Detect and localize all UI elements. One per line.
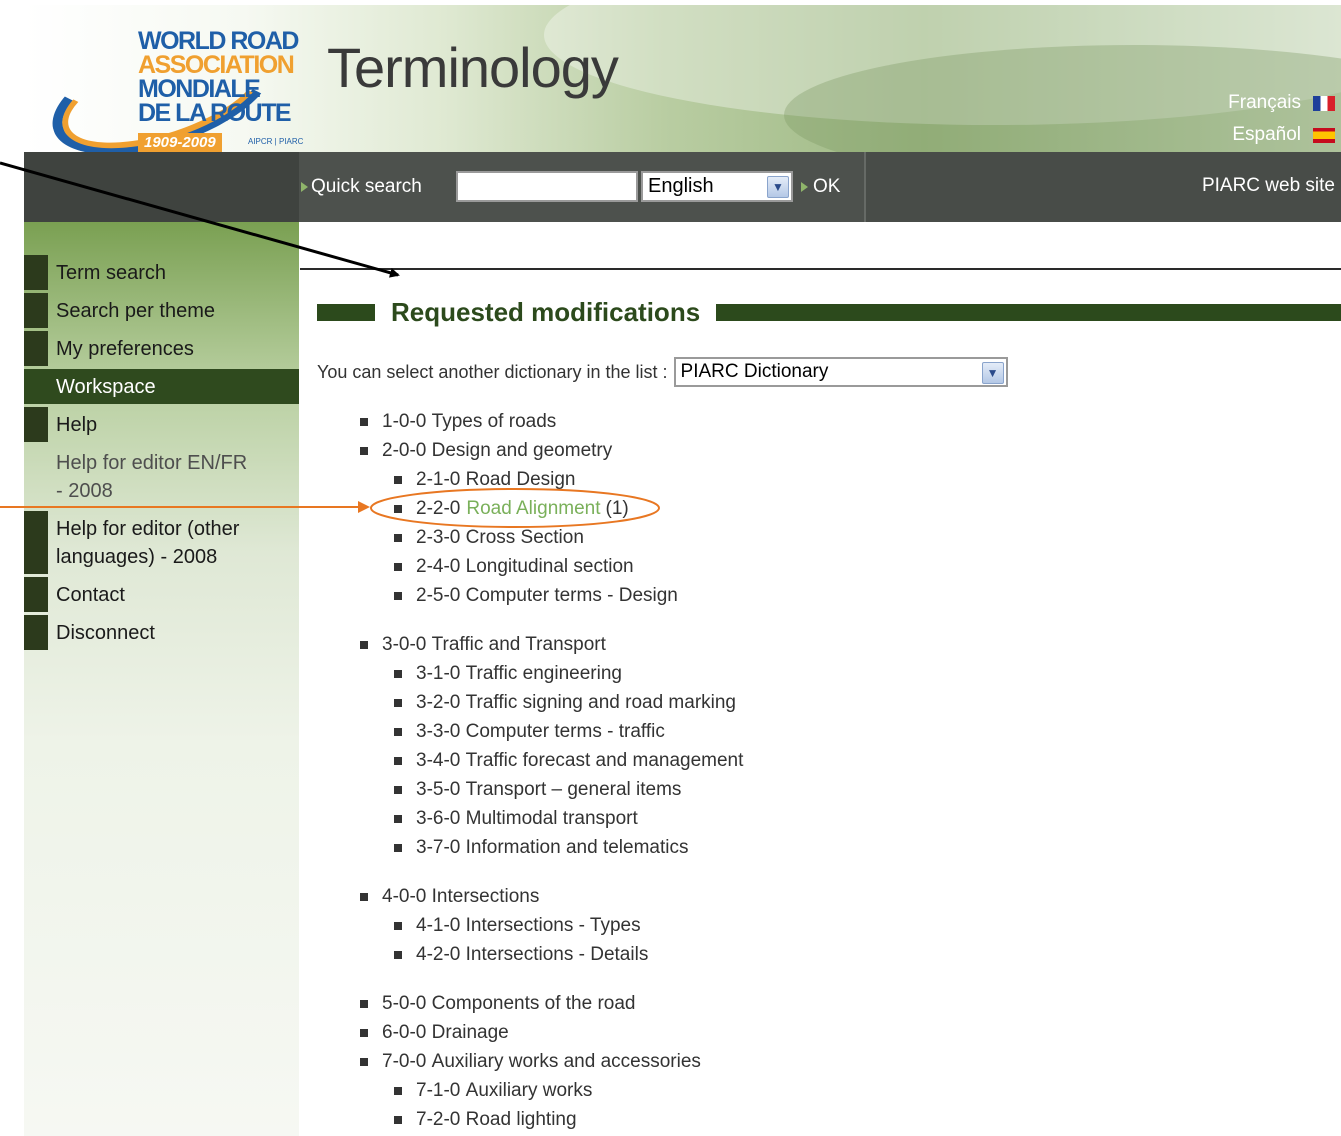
theme-tree: 1-0-0 Types of roads 2-0-0 Design and ge… [360, 407, 743, 1134]
dictionary-select[interactable]: PIARC Dictionary ▼ [673, 357, 1008, 387]
tree-item[interactable]: 1-0-0 Types of roads [360, 407, 743, 436]
bullet-icon [394, 1115, 402, 1124]
sidebar: Term search Search per theme My preferen… [24, 222, 299, 1136]
bullet-icon [394, 591, 402, 600]
sidebar-item-help[interactable]: Help [24, 407, 299, 442]
sidebar-item-workspace[interactable]: Workspace [24, 369, 299, 404]
quick-search-bar: Quick search English ▼ OK [299, 152, 866, 222]
arrow-icon [801, 182, 808, 192]
arrow-icon [301, 182, 308, 192]
tree-subitem[interactable]: 7-2-0 Road lighting [394, 1105, 743, 1134]
bullet-icon [394, 698, 402, 707]
bullet-icon [360, 640, 368, 649]
page-title: Requested modifications [391, 296, 701, 327]
chevron-down-icon[interactable]: ▼ [981, 362, 1004, 384]
left-margin [0, 0, 24, 1136]
tree-item[interactable]: 5-0-0 Components of the road [360, 989, 743, 1018]
chevron-down-icon[interactable]: ▼ [767, 176, 789, 198]
bullet-icon [394, 475, 402, 484]
top-navbar: Quick search English ▼ OK PIARC web site [24, 152, 1341, 222]
tree-subitem[interactable]: 2-3-0 Cross Section [394, 523, 743, 552]
bullet-icon [394, 843, 402, 852]
sidebar-item-my-preferences[interactable]: My preferences [24, 331, 299, 366]
tree-item[interactable]: 7-0-0 Auxiliary works and accessories [360, 1047, 743, 1076]
language-link-french[interactable]: Français [1228, 87, 1335, 119]
divider [300, 268, 1341, 270]
dictionary-selector-row: You can select another dictionary in the… [317, 357, 1008, 387]
language-links: Français Español [1228, 87, 1335, 151]
header-banner: WORLD ROAD ASSOCIATION MONDIALE DE LA RO… [24, 5, 1341, 152]
piarc-logo[interactable]: WORLD ROAD ASSOCIATION MONDIALE DE LA RO… [38, 11, 308, 152]
tree-subitem[interactable]: 7-1-0 Auxiliary works [394, 1076, 743, 1105]
search-ok-button[interactable]: OK [801, 176, 840, 198]
logo-years: 1909-2009 [138, 133, 222, 152]
tree-subitem[interactable]: 3-4-0 Traffic forecast and management [394, 746, 743, 775]
tree-subitem[interactable]: 2-1-0 Road Design [394, 465, 743, 494]
sidebar-item-contact[interactable]: Contact [24, 577, 299, 612]
bullet-icon [394, 785, 402, 794]
bullet-icon [394, 504, 402, 513]
sidebar-menu: Term search Search per theme My preferen… [24, 255, 299, 653]
tree-subitem[interactable]: 2-5-0 Computer terms - Design [394, 581, 743, 610]
section-header: Requested modifications [317, 297, 1341, 327]
bullet-icon [394, 562, 402, 571]
tree-item[interactable]: 3-0-0 Traffic and Transport [360, 630, 743, 659]
bullet-icon [360, 417, 368, 426]
language-link-spanish[interactable]: Español [1228, 119, 1335, 151]
bullet-icon [394, 756, 402, 765]
bullet-icon [360, 1028, 368, 1037]
bullet-icon [360, 999, 368, 1008]
tree-subitem[interactable]: 3-3-0 Computer terms - traffic [394, 717, 743, 746]
road-alignment-link[interactable]: Road Alignment [466, 498, 600, 520]
main-content: Requested modifications You can select a… [300, 222, 1341, 1136]
tree-item[interactable]: 6-0-0 Drainage [360, 1018, 743, 1047]
tree-item[interactable]: 4-0-0 Intersections [360, 882, 743, 911]
tree-item[interactable]: 2-0-0 Design and geometry [360, 436, 743, 465]
tree-subitem[interactable]: 2-4-0 Longitudinal section [394, 552, 743, 581]
logo-caption: AIPCR | PIARC [248, 137, 304, 146]
piarc-website-link[interactable]: PIARC web site [1202, 175, 1335, 197]
flag-es-icon [1313, 127, 1335, 143]
flag-fr-icon [1313, 95, 1335, 111]
modification-count: (1) [605, 497, 629, 519]
tree-subitem-road-alignment[interactable]: 2-2-0 Road Alignment (1) [394, 494, 743, 523]
bullet-icon [394, 669, 402, 678]
sidebar-item-disconnect[interactable]: Disconnect [24, 615, 299, 650]
tree-subitem[interactable]: 3-1-0 Traffic engineering [394, 659, 743, 688]
tree-subitem[interactable]: 3-5-0 Transport – general items [394, 775, 743, 804]
bullet-icon [360, 892, 368, 901]
bullet-icon [394, 533, 402, 542]
site-title: Terminology [327, 36, 619, 99]
sidebar-item-help-editor-en-fr[interactable]: Help for editor EN/FR - 2008 [24, 445, 299, 508]
tree-subitem[interactable]: 3-6-0 Multimodal transport [394, 804, 743, 833]
tree-subitem[interactable]: 4-1-0 Intersections - Types [394, 911, 743, 940]
bullet-icon [394, 950, 402, 959]
dictionary-prompt: You can select another dictionary in the… [317, 361, 668, 382]
tree-subitem[interactable]: 3-2-0 Traffic signing and road marking [394, 688, 743, 717]
sidebar-item-term-search[interactable]: Term search [24, 255, 299, 290]
quick-search-label: Quick search [301, 176, 422, 198]
bullet-icon [360, 446, 368, 455]
sidebar-item-search-per-theme[interactable]: Search per theme [24, 293, 299, 328]
bullet-icon [394, 1086, 402, 1095]
tree-subitem[interactable]: 4-2-0 Intersections - Details [394, 940, 743, 969]
bullet-icon [394, 921, 402, 930]
tree-subitem[interactable]: 3-7-0 Information and telematics [394, 833, 743, 862]
sidebar-item-help-editor-other[interactable]: Help for editor (other languages) - 2008 [24, 511, 299, 574]
quick-search-input[interactable] [456, 171, 638, 202]
search-language-select[interactable]: English ▼ [641, 171, 793, 202]
bullet-icon [394, 814, 402, 823]
bullet-icon [360, 1057, 368, 1066]
bullet-icon [394, 727, 402, 736]
